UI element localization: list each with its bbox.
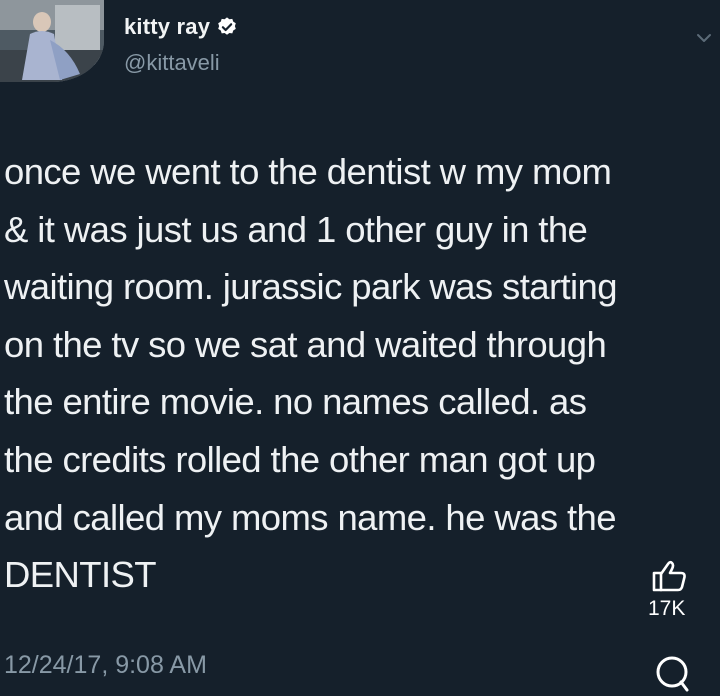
- tweet-header: kitty ray @kittaveli: [0, 0, 720, 90]
- tweet-line: the entire movie. no names called. as: [4, 381, 587, 423]
- display-name[interactable]: kitty ray: [124, 14, 210, 40]
- tweet-line: on the tv so we sat and waited through: [4, 323, 607, 365]
- tweet-line: the credits rolled the other man got up: [4, 438, 596, 480]
- tweet-line: once we went to the dentist w my mom: [4, 151, 612, 192]
- avatar[interactable]: [0, 0, 104, 82]
- chevron-down-icon[interactable]: [694, 28, 714, 48]
- name-row: kitty ray: [124, 12, 238, 42]
- comment-icon[interactable]: [652, 652, 692, 696]
- like-count: 17K: [648, 597, 686, 620]
- tweet-line: waiting room. jurassic park was starting: [4, 266, 618, 308]
- tweet-line: & it was just us and 1 other guy in the: [4, 208, 588, 250]
- user-handle[interactable]: @kittaveli: [124, 50, 220, 76]
- tweet-timestamp[interactable]: 12/24/17, 9:08 AM: [4, 651, 207, 680]
- tweet-text: once we went to the dentist w my mom & i…: [4, 143, 716, 604]
- thumbs-up-icon[interactable]: [650, 556, 690, 596]
- tweet-line: DENTIST: [4, 554, 157, 596]
- tweet-line: and called my moms name. he was the: [4, 496, 617, 538]
- verified-badge-icon: [218, 17, 236, 35]
